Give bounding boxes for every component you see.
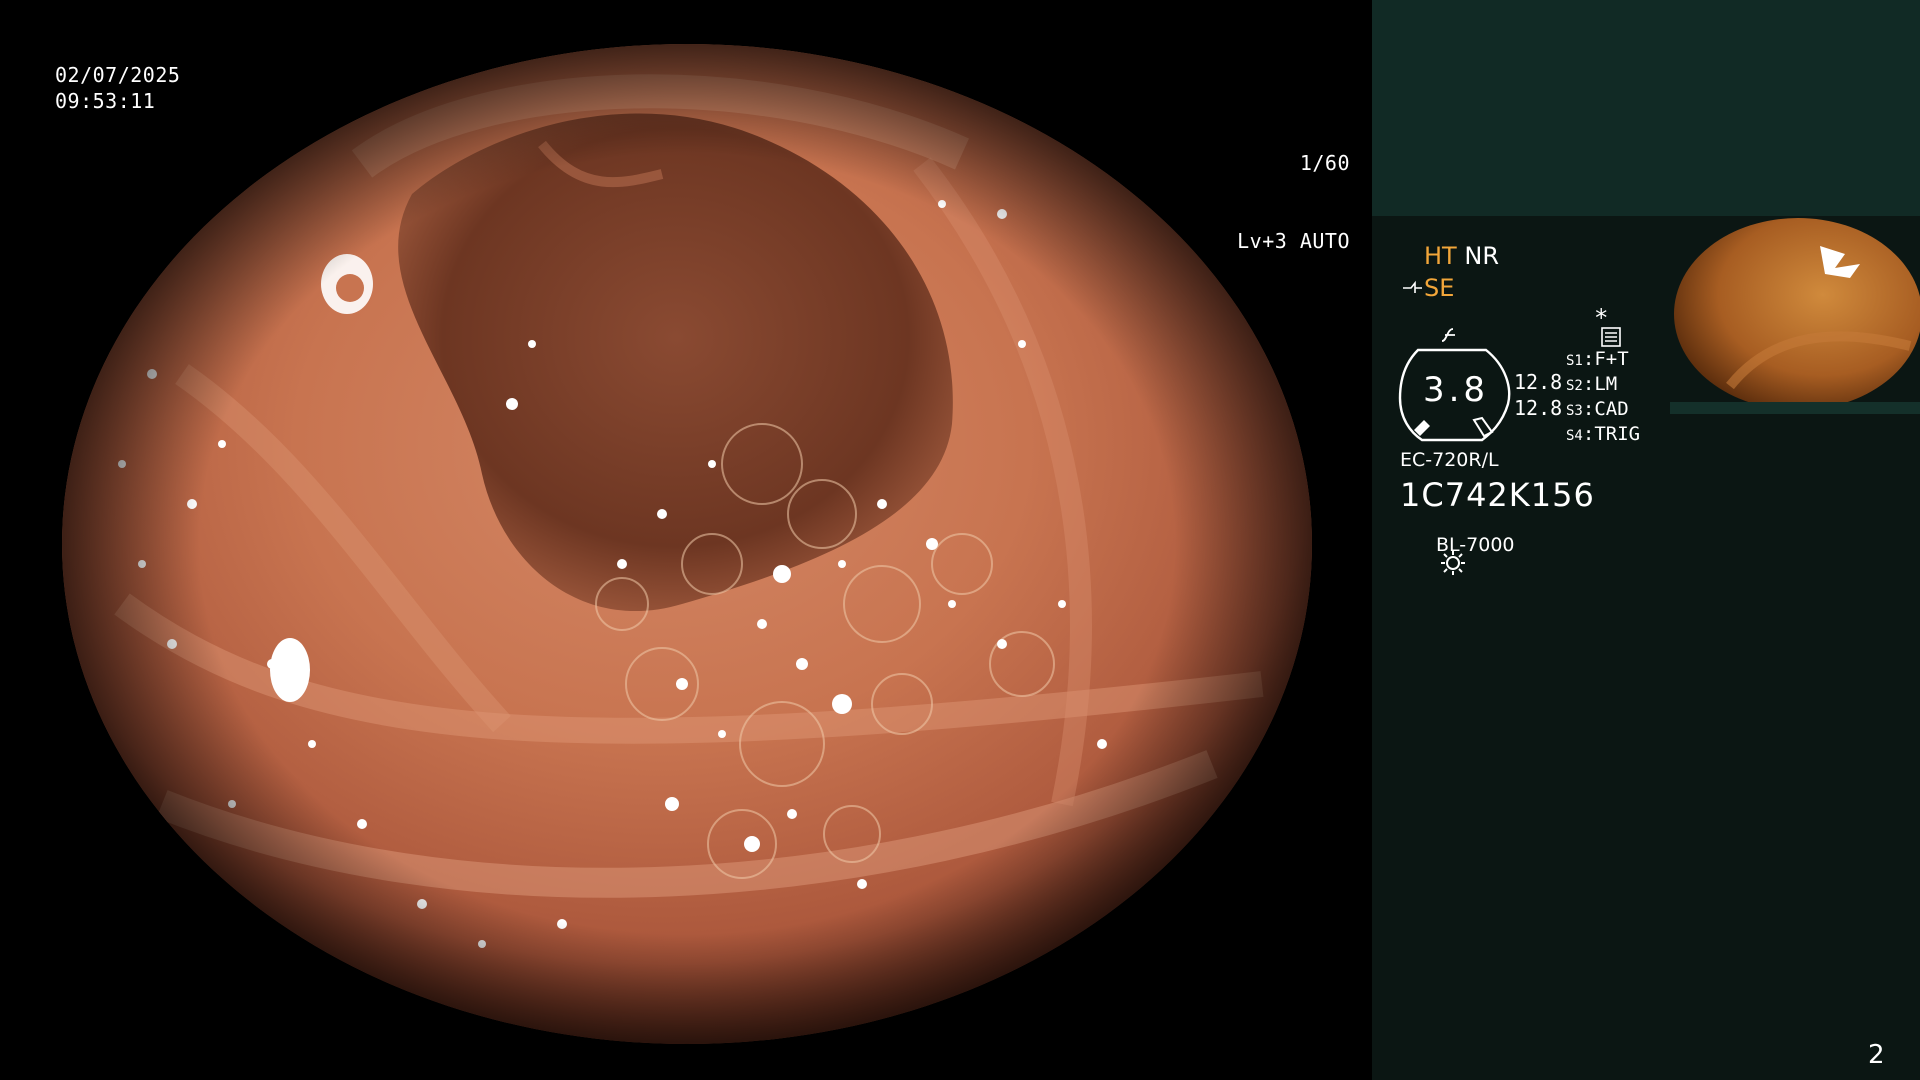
zoom-gauge: 3.8 [1398,348,1514,446]
exposure-overlay: 1/60 Lv+3 AUTO [1237,98,1470,306]
slot-s2: S2:LM [1566,373,1618,395]
page-number: 2 [1868,1040,1885,1070]
mode-se: SE [1402,274,1454,302]
slot-s4: S4:TRIG [1566,423,1641,445]
endoscopic-image [62,44,1312,1044]
capture-thumbnail[interactable] [1670,216,1920,414]
mode-ht: HT [1424,242,1457,270]
iris-mode-text: Lv+3 AUTO [1237,229,1350,253]
slot-value: TRIG [1594,423,1641,445]
slot-s3: S3:CAD [1566,398,1629,420]
value-1: 12.8 [1514,370,1563,394]
slot-key: S4 [1566,428,1583,444]
time-text: 09:53:11 [55,89,156,113]
mode-nr: NR [1464,242,1499,270]
endoscope-main-view: 02/07/2025 09:53:11 1/60 Lv+3 AUTO [0,0,1470,1080]
value-2: 12.8 [1514,396,1563,420]
side-panel-header [1372,0,1920,216]
scope-model: EC-720R/L [1400,449,1499,471]
aperture-icon [1352,154,1470,200]
light-source-model: BL-7000 [1436,534,1515,556]
info-side-panel: HT NR SE * 3.8 12.8 12.8 S1:F+T S2:LM S3… [1372,0,1920,1080]
scope-serial: 1C742K156 [1400,476,1595,514]
date-text: 02/07/2025 [55,63,181,87]
star-indicator: * [1594,304,1609,332]
mode-se-label: SE [1424,274,1455,302]
slot-s1: S1:F+T [1566,348,1629,370]
slot-key: S2 [1566,378,1583,394]
slot-value: LM [1594,373,1618,395]
zoom-value: 3.8 [1422,370,1490,410]
slot-value: CAD [1594,398,1629,420]
scope-tip-icon [1402,274,1424,302]
mode-ht-nr: HT NR [1424,242,1499,270]
shutter-speed-text: 1/60 [1299,151,1350,175]
slot-key: S3 [1566,403,1583,419]
slot-value: F+T [1594,348,1629,370]
slot-key: S1 [1566,353,1583,369]
date-time-overlay: 02/07/2025 09:53:11 [55,62,180,114]
auto-iris-icon [1352,232,1470,278]
